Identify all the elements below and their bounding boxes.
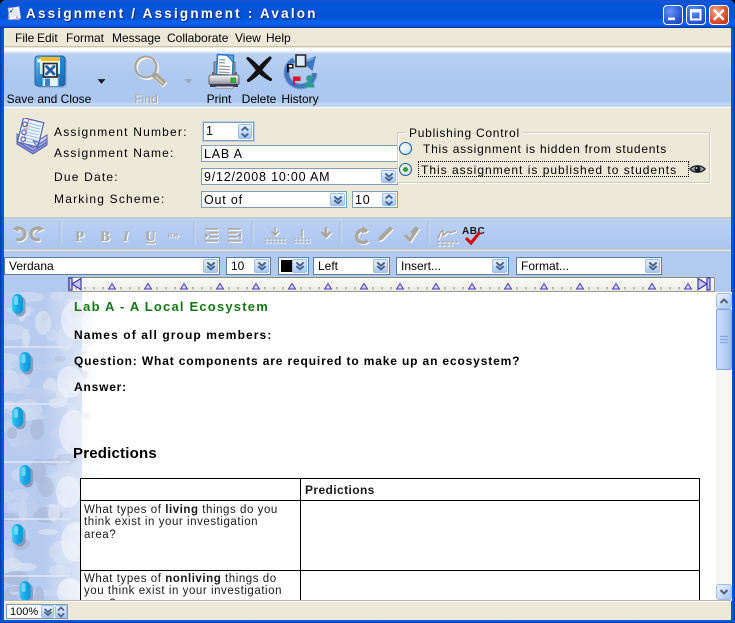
svg-text:ABC: ABC — [462, 226, 485, 237]
